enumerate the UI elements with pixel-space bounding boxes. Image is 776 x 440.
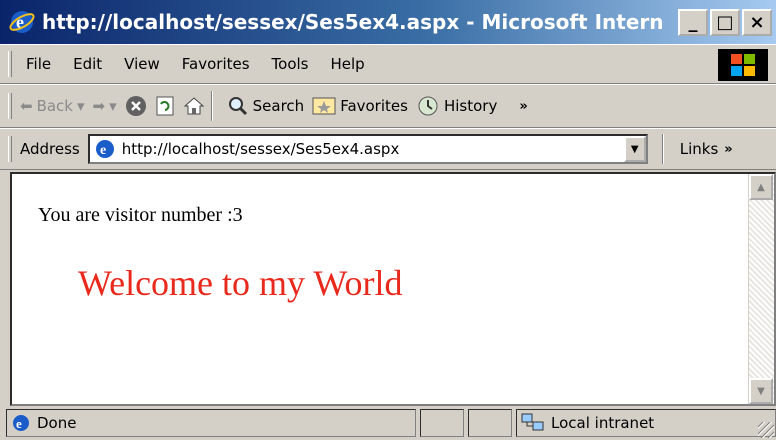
scroll-down-icon[interactable]: ▼ xyxy=(749,378,773,404)
vertical-scrollbar[interactable]: ▲ ▼ xyxy=(748,174,774,404)
favorites-icon xyxy=(312,97,336,115)
stop-button[interactable] xyxy=(125,95,147,117)
back-button[interactable]: ⬅ Back ▾ xyxy=(20,97,85,115)
window-controls: _ □ × xyxy=(678,9,772,36)
home-button[interactable] xyxy=(183,95,205,117)
status-panel-2 xyxy=(420,409,464,437)
menu-tools[interactable]: Tools xyxy=(272,55,309,73)
browser-window: e http://localhost/sessex/Ses5ex4.aspx -… xyxy=(0,0,776,440)
welcome-heading: Welcome to my World xyxy=(78,263,403,303)
home-icon xyxy=(183,97,204,115)
toolbar-separator xyxy=(210,91,213,121)
search-button[interactable]: Search xyxy=(227,95,305,117)
status-text: Done xyxy=(37,414,77,432)
close-button[interactable]: × xyxy=(742,9,772,36)
menu-file[interactable]: File xyxy=(26,55,51,73)
menu-help[interactable]: Help xyxy=(331,55,365,73)
menubar-grip[interactable] xyxy=(8,51,12,77)
search-icon xyxy=(228,97,247,116)
toolbar-grip[interactable] xyxy=(8,93,12,119)
page-icon: e xyxy=(95,140,114,158)
zone-text: Local intranet xyxy=(551,414,655,432)
status-panel-3 xyxy=(468,409,512,437)
back-label: Back xyxy=(36,97,73,115)
standard-toolbar: ⬅ Back ▾ ➡ ▾ Search Favorites History » xyxy=(0,84,776,128)
page-done-icon: e xyxy=(13,415,29,431)
address-input[interactable]: e http://localhost/sessex/Ses5ex4.aspx ▼ xyxy=(87,134,648,164)
svg-text:e: e xyxy=(16,416,22,431)
visitor-count-text: You are visitor number :3 xyxy=(38,204,243,226)
toolbar-more-icon[interactable]: » xyxy=(519,99,527,114)
favorites-label: Favorites xyxy=(340,97,408,115)
links-button[interactable]: Links xyxy=(680,140,719,158)
forward-button[interactable]: ➡ ▾ xyxy=(93,97,117,115)
menu-bar: File Edit View Favorites Tools Help xyxy=(0,44,776,84)
page-content: You are visitor number :3 Welcome to my … xyxy=(10,172,776,406)
stop-icon xyxy=(125,96,146,116)
maximize-button[interactable]: □ xyxy=(710,9,740,36)
forward-arrow-icon: ➡ xyxy=(92,97,106,115)
back-arrow-icon: ⬅ xyxy=(20,97,33,115)
menu-favorites[interactable]: Favorites xyxy=(182,55,250,73)
address-dropdown-icon[interactable]: ▼ xyxy=(623,136,646,162)
refresh-icon xyxy=(156,96,174,116)
back-dropdown-icon[interactable]: ▾ xyxy=(77,97,85,115)
address-label: Address xyxy=(20,140,80,158)
forward-dropdown-icon[interactable]: ▾ xyxy=(109,97,117,115)
svg-text:e: e xyxy=(100,143,106,158)
intranet-icon xyxy=(521,413,544,431)
history-icon xyxy=(418,96,438,116)
status-bar: e Done Local intranet xyxy=(0,406,776,440)
minimize-button[interactable]: _ xyxy=(678,9,708,36)
menu-view[interactable]: View xyxy=(124,55,160,73)
resize-grip-icon[interactable] xyxy=(758,422,774,438)
links-more-icon[interactable]: » xyxy=(724,142,732,157)
menu-edit[interactable]: Edit xyxy=(73,55,102,73)
history-label: History xyxy=(443,97,498,115)
refresh-button[interactable] xyxy=(155,95,175,117)
search-label: Search xyxy=(252,97,305,115)
title-bar[interactable]: e http://localhost/sessex/Ses5ex4.aspx -… xyxy=(0,0,776,44)
history-button[interactable]: History xyxy=(416,95,497,117)
status-panel-main: e Done xyxy=(6,409,416,437)
ie-logo-icon: e xyxy=(9,11,35,33)
windows-logo-icon xyxy=(718,49,768,81)
favorites-button[interactable]: Favorites xyxy=(312,96,408,116)
address-grip[interactable] xyxy=(8,136,12,162)
status-panel-zone: Local intranet xyxy=(516,409,776,437)
address-bar: Address e http://localhost/sessex/Ses5ex… xyxy=(0,128,776,170)
window-title: http://localhost/sessex/Ses5ex4.aspx - M… xyxy=(42,10,662,34)
scroll-up-icon[interactable]: ▲ xyxy=(749,174,773,200)
address-separator xyxy=(661,134,664,164)
address-url: http://localhost/sessex/Ses5ex4.aspx xyxy=(121,140,400,158)
